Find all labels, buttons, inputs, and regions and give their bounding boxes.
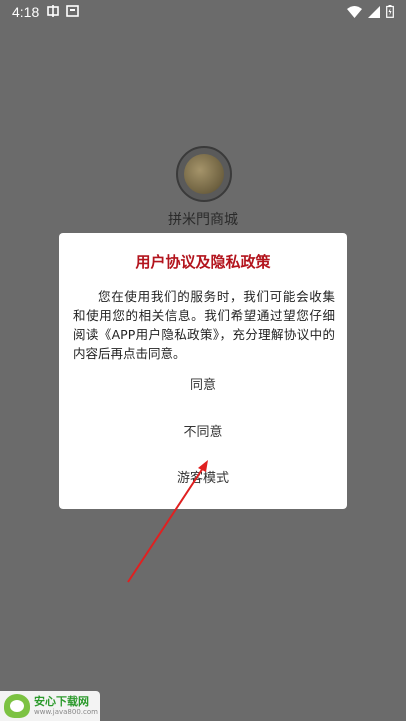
dialog-body-text: 您在使用我们的服务时，我们可能会收集和使用您的相关信息。我们希望通过望您仔细阅读… [73,289,335,361]
cellular-signal-icon [368,5,380,18]
app-name: 拼米門商城 [168,212,238,228]
wifi-icon [347,5,362,18]
status-right-icons [347,5,394,18]
privacy-dialog: 用户协议及隐私政策 您在使用我们的服务时，我们可能会收集和使用您的相关信息。我们… [59,233,347,509]
app-logo [176,146,232,202]
status-bar: 4:18 [0,0,406,24]
dialog-title: 用户协议及隐私政策 [135,253,271,271]
watermark: 安心下载网 www.java800.com [0,691,100,721]
disagree-button[interactable]: 不同意 [59,419,347,447]
screenshot-icon [66,5,79,17]
app-notification-icon [47,5,59,17]
status-time: 4:18 [12,4,40,20]
agree-button[interactable]: 同意 [59,372,347,400]
status-left-icons [46,4,79,18]
battery-icon [386,5,394,18]
guest-mode-button[interactable]: 游客模式 [59,465,347,493]
watermark-logo-icon [4,694,30,718]
watermark-url: www.java800.com [34,708,98,716]
watermark-name: 安心下载网 [34,695,89,708]
